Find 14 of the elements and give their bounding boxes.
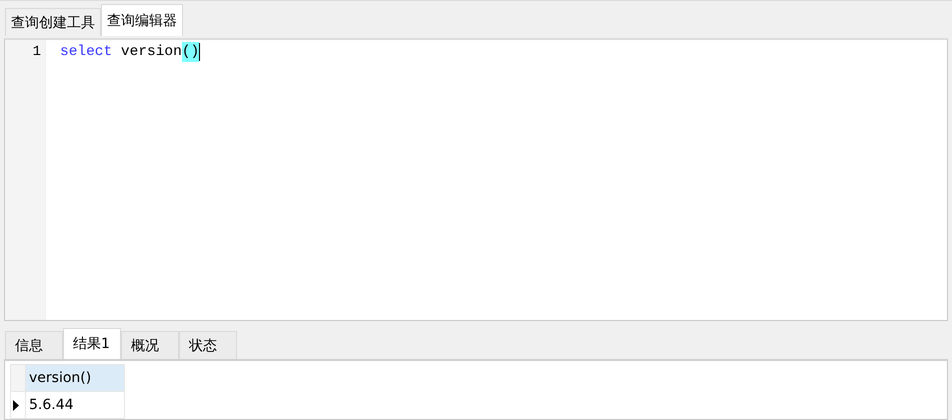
editor-tab[interactable]: 查询创建工具	[5, 8, 101, 36]
result-tab[interactable]: 信息	[5, 331, 63, 359]
code-token: ()	[182, 42, 200, 62]
result-tab[interactable]: 结果1	[63, 328, 121, 359]
table-cell: 5.6.44	[26, 392, 124, 418]
text-cursor	[199, 43, 200, 61]
editor-tab[interactable]: 查询编辑器	[101, 4, 183, 36]
result-tab[interactable]: 状态	[179, 331, 237, 359]
result-tab[interactable]: 概况	[121, 331, 179, 359]
line-number: 1	[32, 43, 42, 62]
code-editor[interactable]: 1 select version()	[4, 38, 948, 321]
column-header[interactable]: version()	[26, 364, 124, 392]
code-token: version	[120, 43, 182, 62]
code-token: select	[60, 43, 112, 62]
